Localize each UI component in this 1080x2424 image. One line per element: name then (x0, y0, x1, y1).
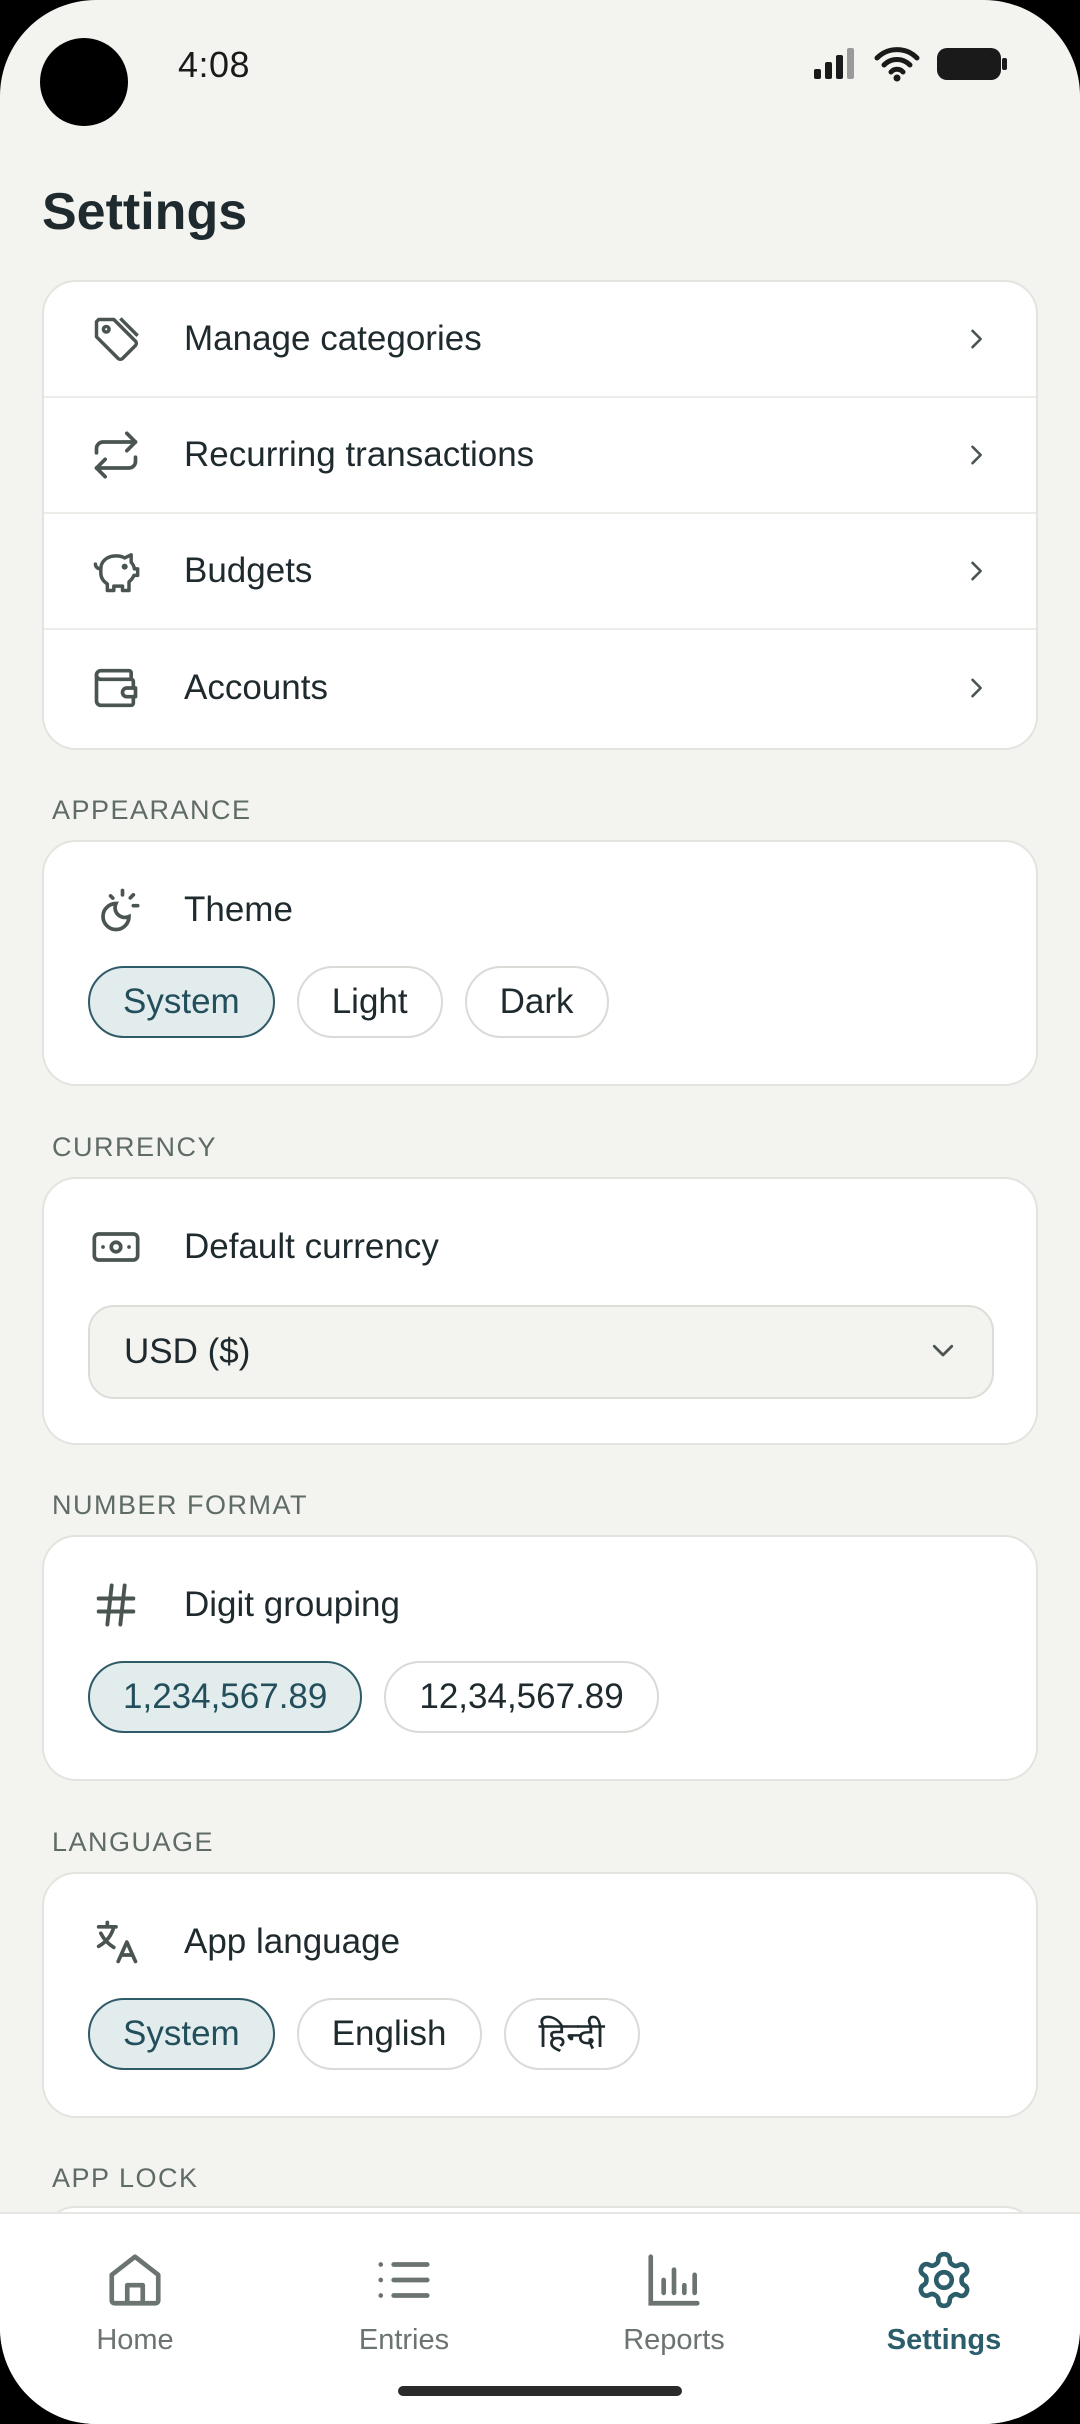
recurring-transactions-row[interactable]: Recurring transactions (44, 398, 1036, 514)
theme-option-system[interactable]: System (88, 966, 275, 1038)
nav-item-entries[interactable]: Entries (304, 2248, 504, 2357)
digit-grouping-card: Digit grouping 1,234,567.89 12,34,567.89 (42, 1535, 1038, 1781)
status-bar: 4:08 (0, 0, 1080, 140)
nav-label: Settings (886, 2324, 1002, 2356)
chevron-right-icon (956, 435, 996, 475)
digit-grouping-option-international[interactable]: 1,234,567.89 (88, 1661, 363, 1733)
digit-grouping-title: Digit grouping (184, 1585, 400, 1624)
language-option-system[interactable]: System (88, 1998, 275, 2070)
theme-header: Theme (88, 882, 293, 938)
app-language-title: App language (184, 1922, 401, 1961)
theme-options: System Light Dark (88, 966, 609, 1038)
nav-item-settings[interactable]: Settings (844, 2248, 1044, 2357)
language-section-label: LANGUAGE (52, 1827, 215, 1857)
banknote-icon (88, 1219, 144, 1275)
signal-icon (812, 47, 858, 86)
chevron-right-icon (956, 319, 996, 359)
chevron-right-icon (956, 551, 996, 591)
accounts-row[interactable]: Accounts (44, 630, 1036, 746)
repeat-icon (88, 427, 144, 483)
home-icon (103, 2248, 167, 2312)
nav-label: Reports (623, 2324, 725, 2356)
app-language-header: App language (88, 1914, 400, 1970)
system-icons (812, 46, 1008, 87)
translate-icon (88, 1914, 144, 1970)
bar-chart-icon (642, 2248, 706, 2312)
budgets-row[interactable]: Budgets (44, 514, 1036, 630)
nav-label: Home (96, 2324, 174, 2356)
currency-card: Default currency USD ($) (42, 1177, 1038, 1445)
language-option-hindi[interactable]: हिन्दी (503, 1998, 640, 2070)
nav-item-home[interactable]: Home (35, 2248, 235, 2357)
chevron-right-icon (956, 668, 996, 708)
home-indicator[interactable] (398, 2386, 682, 2396)
menu-item-label: Manage categories (184, 319, 482, 358)
camera-cutout (40, 38, 128, 126)
status-time: 4:08 (178, 44, 251, 85)
list-icon (372, 2248, 436, 2312)
digit-grouping-header: Digit grouping (88, 1577, 400, 1633)
language-options: System English हिन्दी (88, 1998, 640, 2070)
menu-item-label: Budgets (184, 551, 313, 590)
currency-header: Default currency (88, 1219, 439, 1275)
piggy-bank-icon (88, 543, 144, 599)
theme-title: Theme (184, 890, 293, 929)
manage-categories-row[interactable]: Manage categories (44, 282, 1036, 398)
hash-icon (88, 1577, 144, 1633)
digit-grouping-options: 1,234,567.89 12,34,567.89 (88, 1661, 659, 1733)
currency-section-label: CURRENCY (52, 1132, 218, 1162)
chevron-down-icon (928, 1335, 958, 1370)
number-format-section-label: NUMBER FORMAT (52, 1490, 308, 1520)
menu-item-label: Recurring transactions (184, 435, 535, 474)
appearance-section-label: APPEARANCE (52, 795, 252, 825)
theme-option-dark[interactable]: Dark (464, 966, 609, 1038)
theme-card: Theme System Light Dark (42, 840, 1038, 1086)
language-option-english[interactable]: English (296, 1998, 482, 2070)
app-language-card: App language System English हिन्दी (42, 1872, 1038, 2118)
nav-item-reports[interactable]: Reports (574, 2248, 774, 2357)
currency-selected-value: USD ($) (124, 1332, 251, 1371)
gear-icon (912, 2248, 976, 2312)
wifi-icon (874, 46, 920, 87)
currency-select[interactable]: USD ($) (88, 1305, 994, 1399)
page-title: Settings (42, 183, 248, 241)
nav-label: Entries (358, 2324, 450, 2356)
wallet-icon (88, 660, 144, 716)
phone-screen: 4:08 Settings Manage categories Recurrin… (0, 0, 1080, 2424)
tag-icon (88, 311, 144, 367)
menu-item-label: Accounts (184, 668, 328, 707)
currency-title: Default currency (184, 1227, 439, 1266)
settings-menu-card: Manage categories Recurring transactions (42, 280, 1038, 750)
app-lock-section-label: APP LOCK (52, 2163, 199, 2193)
digit-grouping-option-indian[interactable]: 12,34,567.89 (384, 1661, 659, 1733)
theme-sun-moon-icon (88, 882, 144, 938)
theme-option-light[interactable]: Light (296, 966, 443, 1038)
battery-icon (936, 46, 1008, 87)
